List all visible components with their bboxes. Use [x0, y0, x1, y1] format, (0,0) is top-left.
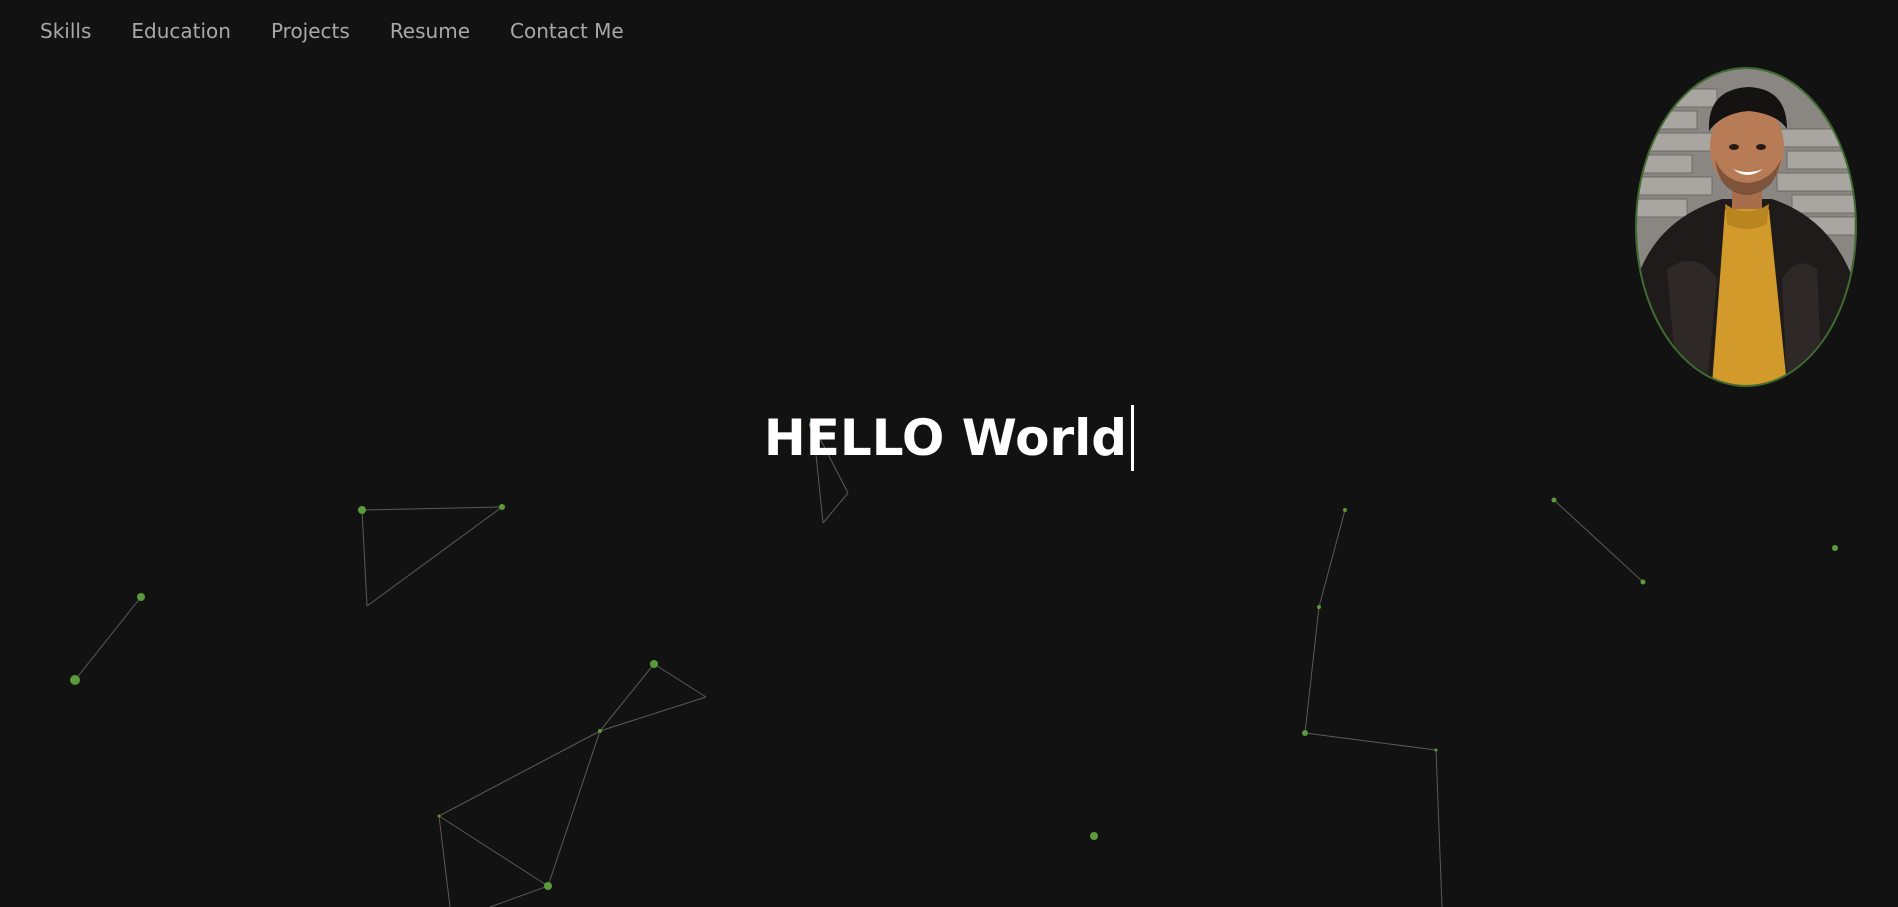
nav-skills[interactable]: Skills [40, 19, 91, 43]
nav-projects[interactable]: Projects [271, 19, 350, 43]
nav-resume[interactable]: Resume [390, 19, 470, 43]
nav-education[interactable]: Education [131, 19, 231, 43]
top-navigation: Skills Education Projects Resume Contact… [40, 19, 624, 43]
page: Skills Education Projects Resume Contact… [0, 0, 1898, 907]
network-lines [74, 424, 1644, 907]
hero: HELLO World [0, 405, 1898, 471]
hero-title: HELLO World [763, 409, 1128, 467]
nav-contact-me[interactable]: Contact Me [510, 19, 624, 43]
network-nodes [70, 421, 1838, 890]
typing-cursor [1131, 405, 1135, 471]
profile-photo [1635, 67, 1857, 387]
